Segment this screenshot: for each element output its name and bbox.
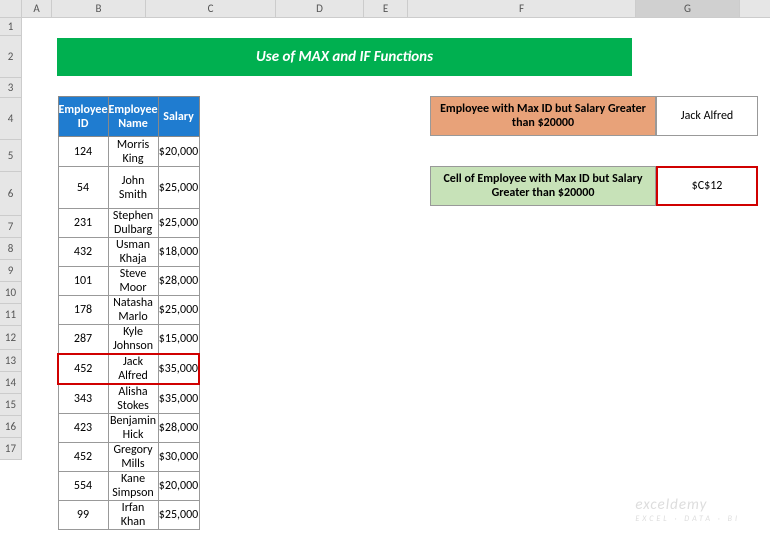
row-header-15[interactable]: 15 — [0, 394, 22, 416]
table-row: 554Kane Simpson$20,000 — [58, 472, 199, 501]
table-row: 287Kyle Johnson$15,000 — [58, 325, 199, 355]
result1-value[interactable]: Jack Alfred — [656, 96, 758, 136]
header-salary[interactable]: Salary — [158, 97, 199, 137]
cell-id[interactable]: 452 — [58, 443, 108, 472]
cell-name[interactable]: Alisha Stokes — [108, 384, 158, 414]
cell-id[interactable]: 343 — [58, 384, 108, 414]
cell-name[interactable]: Gregory Mills — [108, 443, 158, 472]
row-header-14[interactable]: 14 — [0, 372, 22, 394]
cell-salary[interactable]: $28,000 — [158, 414, 199, 443]
cell-id[interactable]: 124 — [58, 137, 108, 167]
cell-id[interactable]: 178 — [58, 296, 108, 325]
row-header-16[interactable]: 16 — [0, 416, 22, 438]
column-headers: A B C D E F G — [0, 0, 770, 18]
table-row: 231Stephen Dulbarg$25,000 — [58, 209, 199, 238]
table-row: 423Benjamin Hick$28,000 — [58, 414, 199, 443]
result-max-id-cell: Cell of Employee with Max ID but Salary … — [430, 166, 758, 206]
row-header-10[interactable]: 10 — [0, 282, 22, 304]
header-id[interactable]: Employee ID — [58, 97, 108, 137]
row-header-12[interactable]: 12 — [0, 326, 22, 350]
cell-id[interactable]: 54 — [58, 167, 108, 209]
cell-name[interactable]: Natasha Marlo — [108, 296, 158, 325]
table-row: 99Irfan Khan$25,000 — [58, 501, 199, 530]
cell-salary[interactable]: $20,000 — [158, 137, 199, 167]
row-header-9[interactable]: 9 — [0, 260, 22, 282]
result2-label: Cell of Employee with Max ID but Salary … — [430, 166, 656, 206]
cell-id[interactable]: 554 — [58, 472, 108, 501]
cell-salary[interactable]: $28,000 — [158, 267, 199, 296]
row-header-13[interactable]: 13 — [0, 350, 22, 372]
cell-name[interactable]: Kyle Johnson — [108, 325, 158, 355]
table-row: 452Gregory Mills$30,000 — [58, 443, 199, 472]
row-header-5[interactable]: 5 — [0, 140, 22, 172]
row-header-2[interactable]: 2 — [0, 36, 22, 78]
employee-table: Employee ID Employee Name Salary 124Morr… — [57, 96, 200, 530]
row-header-1[interactable]: 1 — [0, 18, 22, 36]
row-header-4[interactable]: 4 — [0, 98, 22, 140]
cell-name[interactable]: Morris King — [108, 137, 158, 167]
col-header-F[interactable]: F — [408, 0, 636, 17]
cell-salary[interactable]: $20,000 — [158, 472, 199, 501]
cell-name[interactable]: John Smith — [108, 167, 158, 209]
table-row: 343Alisha Stokes$35,000 — [58, 384, 199, 414]
watermark: exceldemy EXCEL · DATA · BI — [635, 496, 740, 524]
cell-id[interactable]: 231 — [58, 209, 108, 238]
cell-name[interactable]: Benjamin Hick — [108, 414, 158, 443]
row-headers: 1234567891011121314151617 — [0, 18, 22, 460]
table-row: 452Jack Alfred$35,000 — [58, 354, 199, 384]
row-header-11[interactable]: 11 — [0, 304, 22, 326]
cell-name[interactable]: Usman Khaja — [108, 238, 158, 267]
table-header-row: Employee ID Employee Name Salary — [58, 97, 199, 137]
cell-name[interactable]: Steve Moor — [108, 267, 158, 296]
watermark-text: exceldemy — [635, 496, 707, 514]
result-max-id-name: Employee with Max ID but Salary Greater … — [430, 96, 758, 136]
table-row: 101Steve Moor$28,000 — [58, 267, 199, 296]
col-header-B[interactable]: B — [52, 0, 146, 17]
col-header-D[interactable]: D — [276, 0, 364, 17]
row-header-8[interactable]: 8 — [0, 238, 22, 260]
header-name[interactable]: Employee Name — [108, 97, 158, 137]
cell-name[interactable]: Irfan Khan — [108, 501, 158, 530]
cell-salary[interactable]: $35,000 — [158, 384, 199, 414]
table-row: 124Morris King$20,000 — [58, 137, 199, 167]
cell-id[interactable]: 423 — [58, 414, 108, 443]
col-header-A[interactable]: A — [22, 0, 52, 17]
cell-name[interactable]: Kane Simpson — [108, 472, 158, 501]
cell-salary[interactable]: $25,000 — [158, 209, 199, 238]
spreadsheet-grid: A B C D E F G 1234567891011121314151617 … — [0, 0, 770, 534]
col-header-G[interactable]: G — [636, 0, 740, 17]
col-header-E[interactable]: E — [364, 0, 408, 17]
cell-salary[interactable]: $25,000 — [158, 501, 199, 530]
cell-name[interactable]: Stephen Dulbarg — [108, 209, 158, 238]
select-all-corner[interactable] — [0, 0, 22, 17]
cell-salary[interactable]: $35,000 — [158, 354, 199, 384]
row-header-3[interactable]: 3 — [0, 78, 22, 98]
row-header-7[interactable]: 7 — [0, 216, 22, 238]
cell-id[interactable]: 432 — [58, 238, 108, 267]
cell-id[interactable]: 452 — [58, 354, 108, 384]
result1-label: Employee with Max ID but Salary Greater … — [430, 96, 656, 136]
row-header-17[interactable]: 17 — [0, 438, 22, 460]
cell-id[interactable]: 287 — [58, 325, 108, 355]
page-title: Use of MAX and IF Functions — [57, 38, 632, 76]
cell-salary[interactable]: $25,000 — [158, 296, 199, 325]
cell-id[interactable]: 101 — [58, 267, 108, 296]
table-row: 54John Smith$25,000 — [58, 167, 199, 209]
cell-salary[interactable]: $15,000 — [158, 325, 199, 355]
table-row: 178Natasha Marlo$25,000 — [58, 296, 199, 325]
cell-salary[interactable]: $30,000 — [158, 443, 199, 472]
cell-id[interactable]: 99 — [58, 501, 108, 530]
cell-salary[interactable]: $18,000 — [158, 238, 199, 267]
col-header-C[interactable]: C — [146, 0, 276, 17]
table-row: 432Usman Khaja$18,000 — [58, 238, 199, 267]
cell-name[interactable]: Jack Alfred — [108, 354, 158, 384]
cell-salary[interactable]: $25,000 — [158, 167, 199, 209]
watermark-sub: EXCEL · DATA · BI — [635, 514, 740, 524]
result2-value[interactable]: $C$12 — [656, 166, 758, 206]
row-header-6[interactable]: 6 — [0, 172, 22, 216]
